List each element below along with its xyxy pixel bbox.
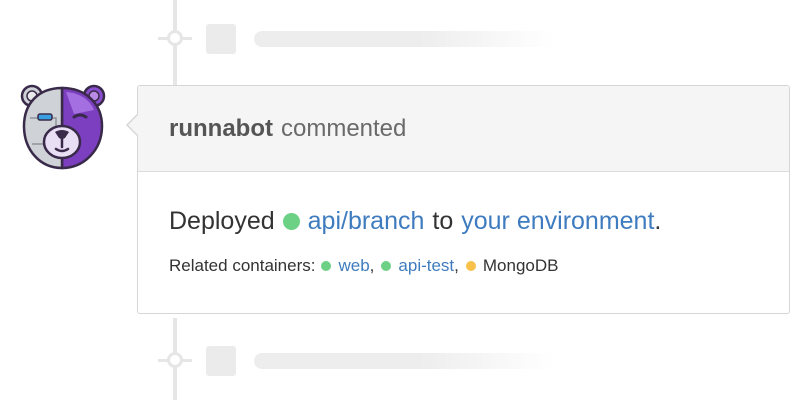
comment-action: commented — [280, 114, 407, 142]
deploy-message: Deployed api/branch to your environment … — [169, 207, 789, 236]
timeline-page: runnabot commented Deployed api/branch t… — [0, 0, 810, 400]
comment-author[interactable]: runnabot — [169, 115, 273, 143]
timeline-event-placeholder-top — [158, 22, 578, 54]
runnabot-avatar[interactable] — [16, 84, 108, 170]
comment-body: Deployed api/branch to your environment … — [138, 207, 789, 276]
container-status-dot — [465, 261, 476, 271]
event-text-placeholder — [254, 353, 554, 369]
container-separator: , — [369, 256, 375, 275]
deploy-suffix: . — [654, 207, 662, 235]
container-link-api-test[interactable]: api-test — [398, 256, 454, 276]
container-status-dot — [381, 261, 392, 271]
branch-link[interactable]: api/branch — [308, 207, 425, 236]
deploy-middle: to — [432, 207, 454, 235]
deploy-prefix: Deployed — [169, 207, 275, 235]
container-status-dot — [321, 261, 332, 271]
timeline-event-placeholder-bottom — [158, 344, 578, 376]
container-name-mongodb: MongoDB — [482, 256, 559, 275]
container-link-web[interactable]: web — [338, 256, 369, 276]
environment-link[interactable]: your environment — [461, 207, 654, 236]
timeline-node-icon — [167, 30, 183, 46]
related-containers: Related containers: web , api-test , Mon… — [169, 256, 789, 276]
event-icon-placeholder — [206, 346, 236, 376]
container-separator: , — [454, 256, 459, 275]
timeline-node-icon — [167, 352, 183, 368]
bear-avatar-icon — [20, 84, 106, 170]
comment-pointer-fill — [128, 114, 139, 136]
event-text-placeholder — [254, 31, 554, 47]
event-icon-placeholder — [206, 24, 236, 54]
related-label: Related containers: — [169, 256, 316, 275]
branch-status-dot — [282, 213, 300, 230]
comment-header: runnabot commented — [138, 86, 789, 172]
comment-card: runnabot commented Deployed api/branch t… — [126, 85, 790, 314]
